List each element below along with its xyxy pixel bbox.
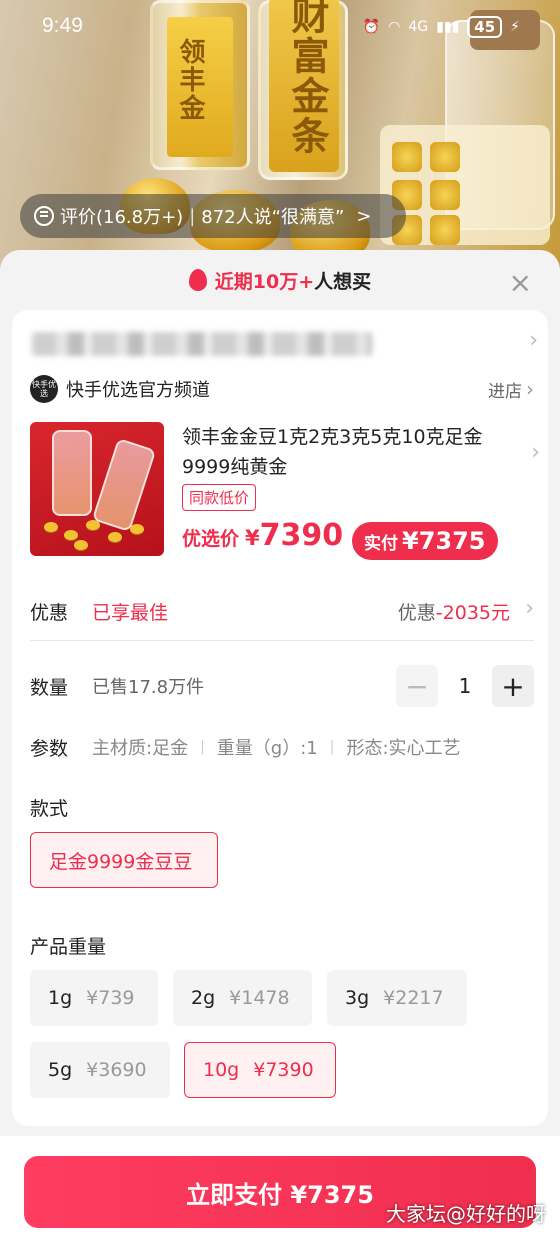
gold-coin <box>430 142 460 172</box>
gold-bean <box>86 520 100 530</box>
chevron-right-icon: > <box>356 205 372 227</box>
enter-store-link[interactable]: 进店 <box>488 377 522 402</box>
watermark-text: 大家坛@好好的呀 <box>386 1202 546 1226</box>
gold-bean <box>44 522 58 532</box>
bottle-image <box>91 437 157 533</box>
chevron-right-icon: › <box>529 328 538 353</box>
price-label: 优选价 <box>182 528 240 550</box>
review-summary-button[interactable]: 评价(16.8万+) | 872人说“很满意” > <box>20 194 406 238</box>
gold-bean <box>74 540 88 550</box>
price-currency: ¥ <box>245 526 260 550</box>
price-value: 7390 <box>259 518 344 553</box>
bottle-image <box>52 430 92 516</box>
param-separator: | <box>329 739 335 755</box>
address-row[interactable]: › <box>12 320 548 366</box>
fire-icon <box>188 269 207 291</box>
purchase-sheet: 近期10万+ 人想买 × › 快手优选 快手优选官方频道 进店 › 领丰金金豆1… <box>0 250 560 1239</box>
clock: 9:49 <box>42 14 83 37</box>
weight-price: ¥2217 <box>383 987 444 1009</box>
discount-amount-label: 优惠 <box>397 601 436 624</box>
weight-label: 5g <box>48 1059 73 1081</box>
discount-status: 已享最佳 <box>92 601 169 624</box>
discount-label: 优惠 <box>30 601 69 624</box>
quantity-label: 数量 <box>30 676 69 699</box>
weight-label: 3g <box>345 987 370 1009</box>
selected-price: 优选价 ¥7390 <box>182 518 343 553</box>
quantity-value[interactable]: 1 <box>438 674 492 698</box>
weight-label: 1g <box>48 987 73 1009</box>
satisfied-count: 872人说“很满意” <box>201 207 345 228</box>
status-bar: 9:49 ⏰ ◠ 4G ▮▮▮ 45 ⚡ <box>0 0 560 54</box>
battery-icon: 45 <box>467 16 503 38</box>
product-card[interactable]: 领丰金金豆1克2克3克5克10克足金9999纯黄金 › 同款低价 优选价 ¥73… <box>30 422 540 562</box>
weight-option-5g[interactable]: 5g ¥3690 <box>30 1042 170 1098</box>
weight-option-1g[interactable]: 1g ¥739 <box>30 970 158 1026</box>
paid-label: 实付 <box>364 534 398 554</box>
paid-value: ¥7375 <box>402 527 486 555</box>
low-price-tag: 同款低价 <box>182 484 257 511</box>
weight-price: ¥1478 <box>229 987 290 1009</box>
wifi-icon: ◠ <box>388 19 401 35</box>
params-row[interactable]: 参数 主材质:足金 | 重量（g）:1 | 形态:实心工艺 <box>30 730 534 764</box>
params-label: 参数 <box>30 737 69 760</box>
weight-label: 10g <box>203 1059 240 1081</box>
store-name: 快手优选官方频道 <box>66 380 210 401</box>
param-form: 形态:实心工艺 <box>346 738 461 759</box>
gold-bean <box>64 530 78 540</box>
param-material: 主材质:足金 <box>92 738 189 759</box>
weight-label: 2g <box>191 987 216 1009</box>
params-values: 主材质:足金 | 重量（g）:1 | 形态:实心工艺 <box>92 734 461 760</box>
close-icon[interactable]: × <box>509 266 532 299</box>
gold-coin <box>430 180 460 210</box>
paid-price-badge: 实付 ¥7375 <box>352 522 498 560</box>
weight-option-10g[interactable]: 10g ¥7390 <box>184 1042 336 1098</box>
weight-price: ¥739 <box>86 987 135 1009</box>
product-thumbnail[interactable] <box>30 422 164 556</box>
store-logo: 快手优选 <box>30 375 58 403</box>
weight-price: ¥7390 <box>253 1059 314 1081</box>
network-label: 4G <box>408 19 429 35</box>
chevron-right-icon: › <box>526 377 534 401</box>
weight-option-3g[interactable]: 3g ¥2217 <box>327 970 467 1026</box>
weight-option-2g[interactable]: 2g ¥1478 <box>173 970 312 1026</box>
charging-icon: ⚡ <box>510 19 520 35</box>
chevron-right-icon: › <box>531 440 540 465</box>
chevron-right-icon: › <box>525 596 534 621</box>
order-panel: › 快手优选 快手优选官方频道 进店 › 领丰金金豆1克2克3克5克10克足金9… <box>12 310 548 1126</box>
gold-bean <box>130 524 144 534</box>
increase-button[interactable]: + <box>492 665 534 707</box>
hot-count: 近期10万+ <box>214 270 315 293</box>
review-separator: | <box>189 205 196 227</box>
sold-count: 已售17.8万件 <box>92 677 205 698</box>
style-option[interactable]: 足金9999金豆豆 <box>30 832 218 888</box>
sheet-header: 近期10万+ 人想买 <box>0 250 560 310</box>
store-row[interactable]: 快手优选 快手优选官方频道 进店 › <box>30 372 534 406</box>
divider <box>30 640 534 641</box>
gold-coin <box>430 215 460 245</box>
quantity-stepper[interactable]: − 1 + <box>396 665 534 707</box>
discount-amount: 优惠-2035元 <box>398 598 510 625</box>
style-option-label: 足金9999金豆豆 <box>49 850 193 873</box>
signal-icon: ▮▮▮ <box>436 19 460 35</box>
param-separator: | <box>200 739 205 755</box>
header-text: 人想买 <box>314 270 372 293</box>
gold-bean <box>108 532 122 542</box>
discount-amount-value: -2035元 <box>435 601 510 624</box>
status-icons: ⏰ ◠ 4G ▮▮▮ 45 ⚡ <box>363 16 520 38</box>
gold-coin <box>392 142 422 172</box>
quantity-row: 数量 已售17.8万件 − 1 + <box>30 664 534 708</box>
decrease-button[interactable]: − <box>396 665 438 707</box>
weight-section-title: 产品重量 <box>30 936 107 958</box>
review-count: 评价(16.8万+) <box>60 207 184 228</box>
weight-price: ¥3690 <box>86 1059 147 1081</box>
discount-row[interactable]: 优惠 已享最佳 优惠-2035元 › <box>30 594 534 628</box>
product-title: 领丰金金豆1克2克3克5克10克足金9999纯黄金 <box>182 426 483 478</box>
address-blurred <box>32 332 372 356</box>
style-section-title: 款式 <box>30 798 69 820</box>
param-weight: 重量（g）:1 <box>216 738 318 759</box>
comment-icon <box>34 206 54 226</box>
alarm-icon: ⏰ <box>362 19 381 35</box>
